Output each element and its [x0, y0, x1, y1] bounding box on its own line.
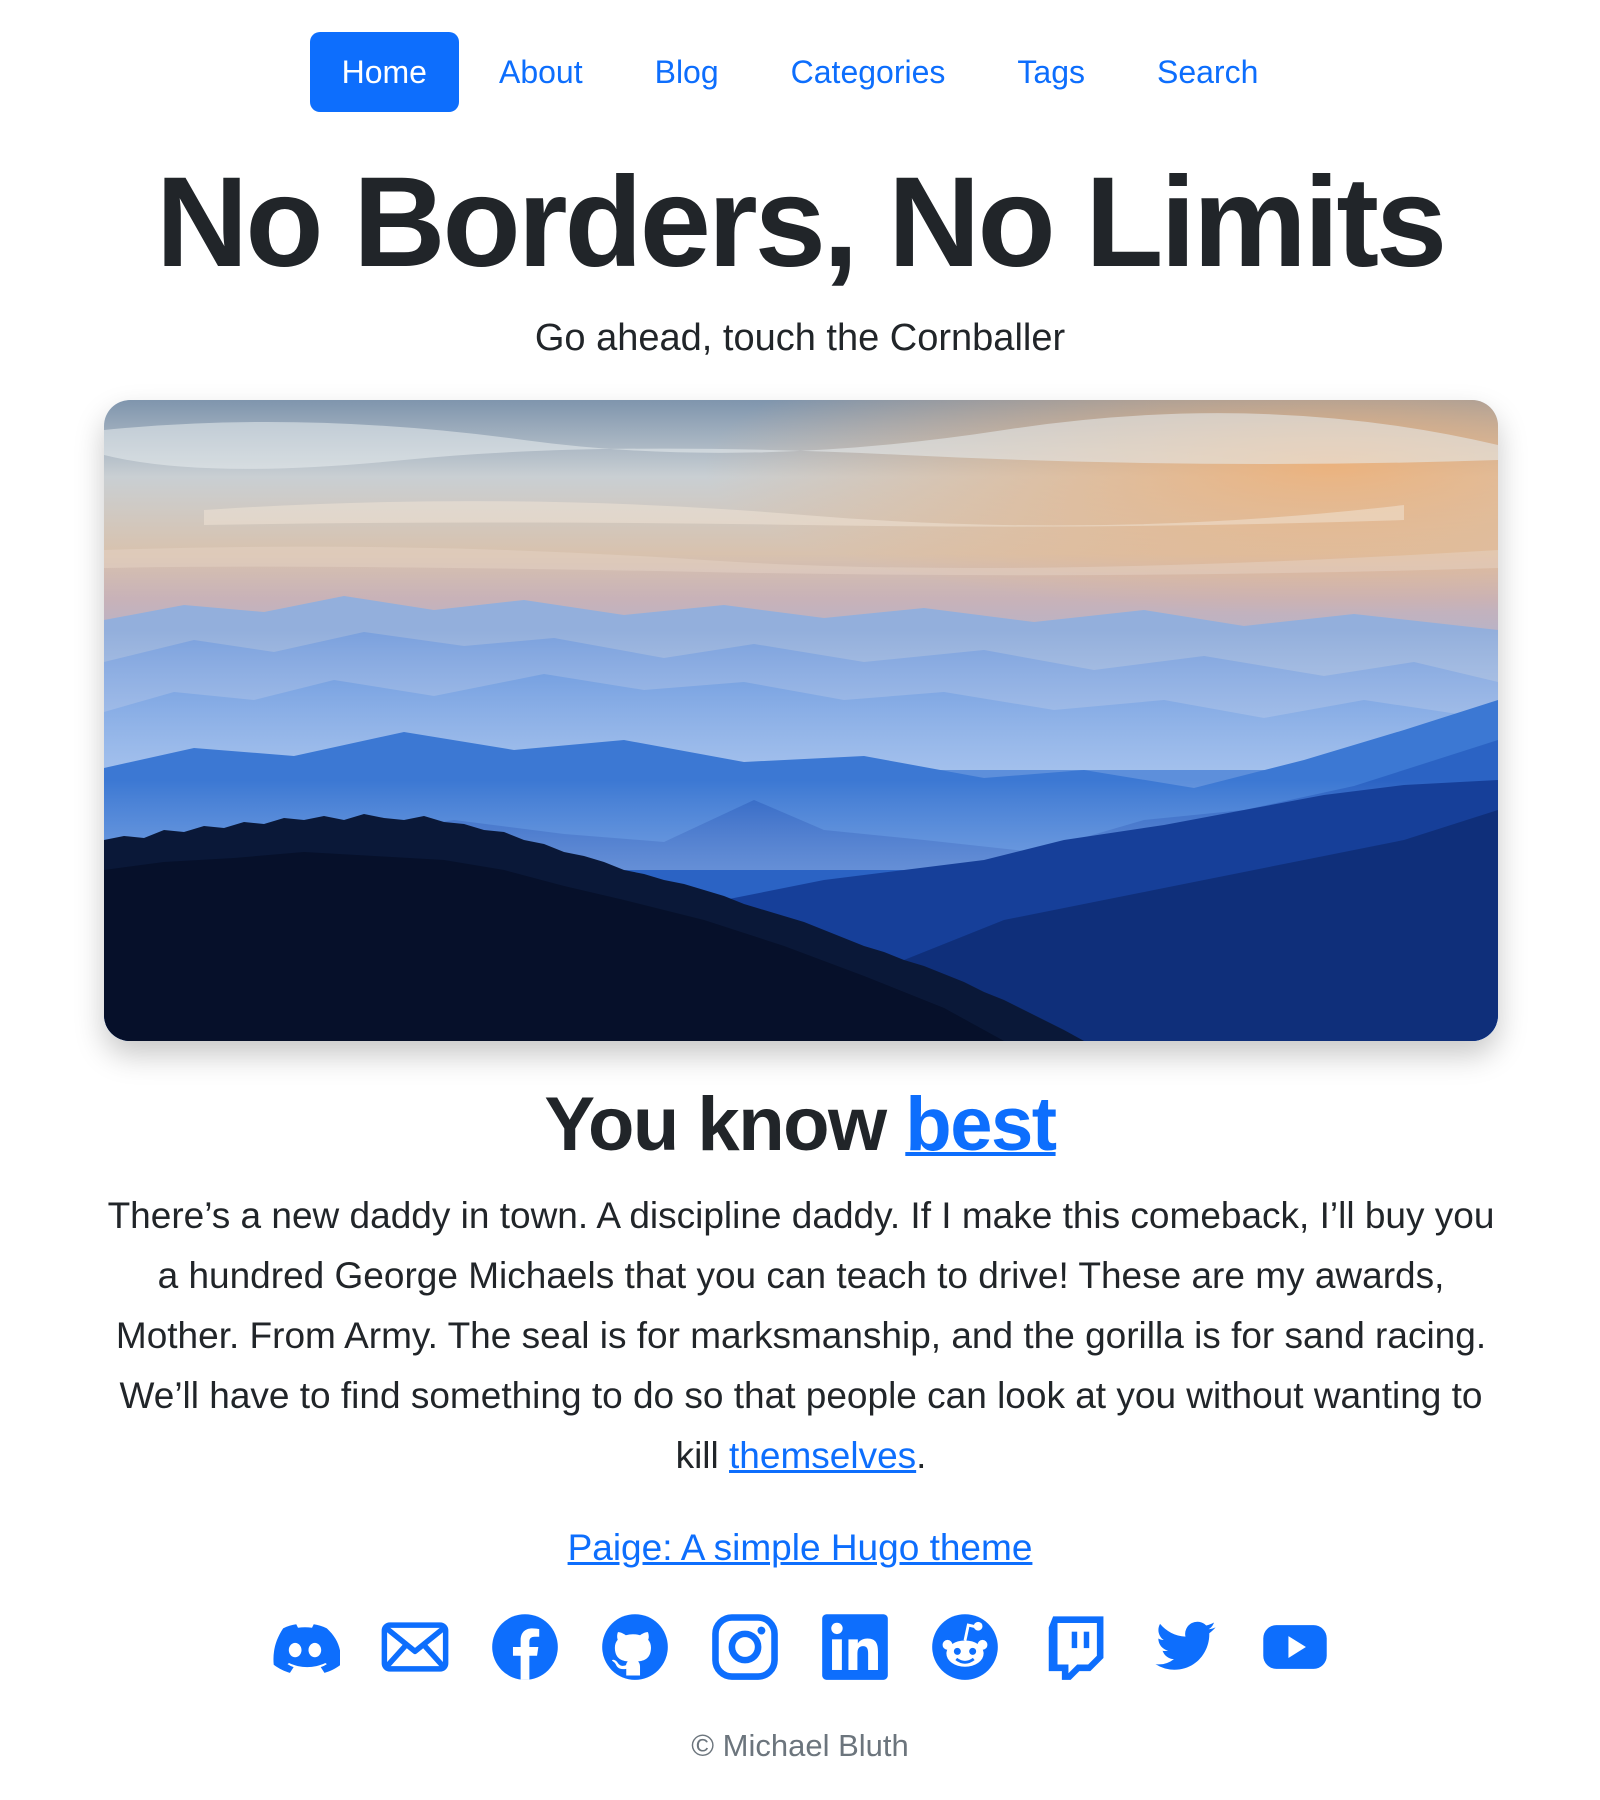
theme-credit: Paige: A simple Hugo theme [0, 1520, 1600, 1576]
github-icon[interactable] [600, 1612, 670, 1682]
paragraph-text: There’s a new daddy in town. A disciplin… [107, 1195, 1495, 1476]
best-link[interactable]: best [905, 1082, 1057, 1167]
page: Home About Blog Categories Tags Search N… [0, 0, 1600, 1800]
footer-copyright: © Michael Bluth [691, 1728, 909, 1763]
nav-home[interactable]: Home [309, 32, 459, 112]
nav-blog[interactable]: Blog [623, 32, 751, 112]
reddit-icon[interactable] [930, 1612, 1000, 1682]
section-heading: You know best [0, 1080, 1600, 1170]
nav-about[interactable]: About [467, 32, 615, 112]
social-links [0, 1612, 1600, 1682]
page-title: No Borders, No Limits [155, 151, 1447, 294]
paragraph-end: . [916, 1435, 927, 1476]
theme-link[interactable]: Paige: A simple Hugo theme [568, 1527, 1033, 1568]
nav-search[interactable]: Search [1125, 32, 1290, 112]
discord-icon[interactable] [270, 1612, 340, 1682]
twitter-icon[interactable] [1150, 1612, 1220, 1682]
nav-categories[interactable]: Categories [759, 32, 978, 112]
twitch-icon[interactable] [1040, 1612, 1110, 1682]
main-nav: Home About Blog Categories Tags Search [0, 32, 1600, 112]
nav-tags[interactable]: Tags [985, 32, 1117, 112]
intro-paragraph: There’s a new daddy in town. A disciplin… [104, 1186, 1498, 1486]
hero-image [104, 400, 1498, 1041]
instagram-icon[interactable] [710, 1612, 780, 1682]
facebook-icon[interactable] [490, 1612, 560, 1682]
linkedin-icon[interactable] [820, 1612, 890, 1682]
youtube-icon[interactable] [1260, 1612, 1330, 1682]
themselves-link[interactable]: themselves [729, 1435, 916, 1476]
section-heading-text: You know [544, 1082, 887, 1167]
page-subtitle: Go ahead, touch the Cornballer [534, 317, 1066, 359]
email-icon[interactable] [380, 1612, 450, 1682]
